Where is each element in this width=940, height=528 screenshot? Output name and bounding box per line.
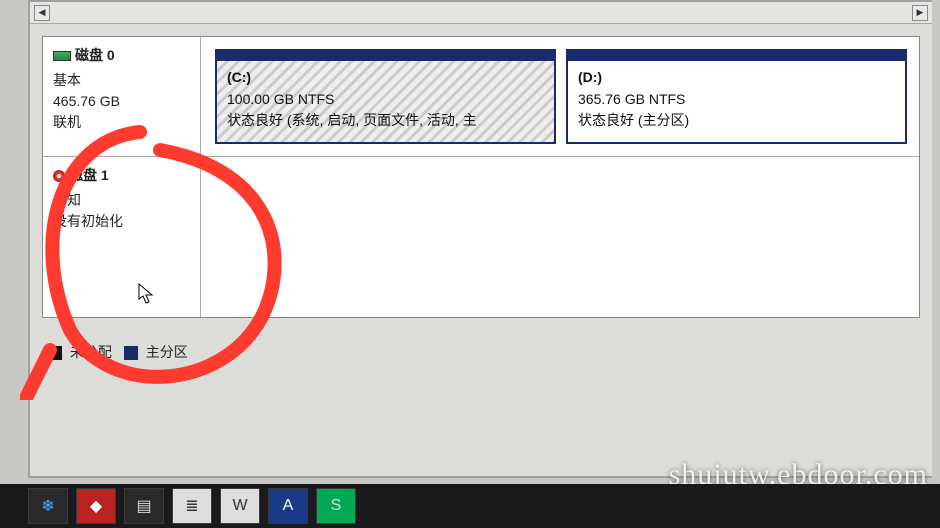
warning-icon: [53, 170, 65, 182]
partition-header: [568, 51, 905, 61]
taskbar-app-5[interactable]: W: [220, 488, 260, 524]
taskbar-app-1[interactable]: ❄: [28, 488, 68, 524]
taskbar-app-6[interactable]: A: [268, 488, 308, 524]
disk-icon: [53, 51, 71, 61]
disk-management-frame: ◀ ▶ 磁盘 0 基本 465.76 GB 联机 (C:) 100.00 GB: [28, 0, 932, 478]
partition-d[interactable]: (D:) 365.76 GB NTFS 状态良好 (主分区): [566, 49, 907, 144]
taskbar-app-2[interactable]: ◆: [76, 488, 116, 524]
scroll-left-arrow[interactable]: ◀: [34, 5, 50, 21]
disk0-info: 磁盘 0 基本 465.76 GB 联机: [43, 37, 201, 156]
mouse-cursor-icon: [138, 283, 154, 305]
partition-d-drive: (D:): [578, 67, 895, 89]
taskbar-app-7[interactable]: S: [316, 488, 356, 524]
partition-c-size: 100.00 GB NTFS: [227, 89, 544, 111]
legend: 未分配 主分区: [48, 336, 932, 368]
partition-c-drive: (C:): [227, 67, 544, 89]
partition-header: [217, 51, 554, 61]
legend-swatch-blue: [124, 346, 138, 360]
disk1-info: 磁盘 1 未知 没有初始化: [43, 157, 201, 317]
disk0-title: 磁盘 0: [75, 45, 115, 66]
disk0-partitions: (C:) 100.00 GB NTFS 状态良好 (系统, 启动, 页面文件, …: [201, 37, 919, 156]
disk1-partitions: [201, 157, 919, 317]
disk1-title: 磁盘 1: [69, 165, 109, 186]
top-scrollbar: ◀ ▶: [30, 2, 932, 24]
disk-panel: 磁盘 0 基本 465.76 GB 联机 (C:) 100.00 GB NTFS…: [42, 36, 920, 318]
disk0-size: 465.76 GB: [53, 91, 190, 112]
taskbar: ❄ ◆ ▤ ≣ W A S: [0, 484, 940, 528]
disk1-type: 未知: [53, 190, 190, 211]
partition-c-status: 状态良好 (系统, 启动, 页面文件, 活动, 主: [227, 110, 544, 132]
scroll-right-arrow[interactable]: ▶: [912, 5, 928, 21]
taskbar-app-3[interactable]: ▤: [124, 488, 164, 524]
partition-c[interactable]: (C:) 100.00 GB NTFS 状态良好 (系统, 启动, 页面文件, …: [215, 49, 556, 144]
disk0-type: 基本: [53, 70, 190, 91]
disk-row-1[interactable]: 磁盘 1 未知 没有初始化: [43, 157, 919, 317]
taskbar-app-4[interactable]: ≣: [172, 488, 212, 524]
legend-swatch-black: [48, 346, 62, 360]
disk-row-0[interactable]: 磁盘 0 基本 465.76 GB 联机 (C:) 100.00 GB NTFS…: [43, 37, 919, 157]
legend-unalloc: 未分配: [48, 342, 112, 362]
disk1-status: 没有初始化: [53, 211, 190, 232]
partition-d-size: 365.76 GB NTFS: [578, 89, 895, 111]
disk0-status: 联机: [53, 112, 190, 133]
legend-primary: 主分区: [124, 342, 188, 362]
partition-d-status: 状态良好 (主分区): [578, 110, 895, 132]
